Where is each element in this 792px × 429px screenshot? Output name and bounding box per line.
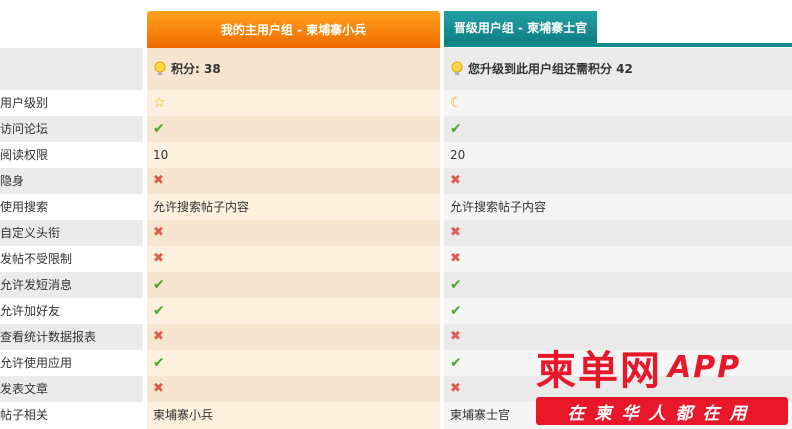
- row-label: 允许发短消息: [0, 278, 73, 292]
- current-group-cell: 柬埔寨小兵: [153, 402, 213, 428]
- table-row: 发帖不受限制 ✖ ✖: [0, 246, 792, 272]
- row-label: 阅读权限: [0, 148, 49, 162]
- check-icon: ✔: [450, 277, 462, 293]
- table-row: 访问论坛 ✔ ✔: [0, 116, 792, 142]
- row-label: 允许加好友: [0, 304, 61, 318]
- row-label: 访问论坛: [0, 122, 49, 136]
- usergroup-comparison: 我的主用户组 - 柬埔寨小兵 晋级用户组 - 柬埔寨士官 积分: 38 您升级到…: [0, 0, 792, 429]
- watermark-app: APP: [668, 349, 742, 385]
- row-label: 查看统计数据报表: [0, 330, 97, 344]
- table-row: 用户级别 ☆ ☾: [0, 90, 792, 116]
- check-icon: ✔: [153, 121, 165, 137]
- upgrade-group-cell: ✔: [450, 116, 462, 142]
- lightbulb-icon: [451, 61, 463, 75]
- check-icon: ✔: [153, 303, 165, 319]
- upgrade-group-cell: 20: [450, 142, 465, 168]
- upgrade-group-cell: ✔: [450, 298, 462, 324]
- watermark-title: 柬单网: [536, 348, 662, 394]
- upgrade-group-cell: ✖: [450, 324, 461, 350]
- upgrade-group-cell: ☾: [450, 90, 463, 116]
- cell-value: 20: [450, 148, 466, 162]
- row-label: 使用搜索: [0, 200, 49, 214]
- tab-underline: [444, 43, 792, 47]
- row-label: 允许使用应用: [0, 356, 73, 370]
- table-row: 隐身 ✖ ✖: [0, 168, 792, 194]
- current-group-cell: 允许搜索帖子内容: [153, 194, 249, 220]
- check-icon: ✔: [153, 277, 165, 293]
- row-label: 发表文章: [0, 382, 49, 396]
- table-row: 允许发短消息 ✔ ✔: [0, 272, 792, 298]
- cell-value: 10: [153, 148, 169, 162]
- current-group-cell: ✖: [153, 324, 164, 350]
- row-label: 帖子相关: [0, 408, 49, 422]
- check-icon: ✔: [450, 121, 462, 137]
- table-row: 使用搜索 允许搜索帖子内容 允许搜索帖子内容: [0, 194, 792, 220]
- upgrade-group-cell: ✖: [450, 376, 461, 402]
- check-icon: ✔: [450, 355, 462, 371]
- current-group-cell: 10: [153, 142, 168, 168]
- check-icon: ✔: [450, 303, 462, 319]
- upgrade-group-cell: 柬埔寨士官: [450, 402, 510, 428]
- current-group-cell: ✔: [153, 350, 165, 376]
- tab-current-group-label: 我的主用户组 - 柬埔寨小兵: [220, 23, 367, 37]
- cell-value: 柬埔寨小兵: [153, 408, 214, 422]
- table-row: 自定义头衔 ✖ ✖: [0, 220, 792, 246]
- points-row: 积分: 38 您升级到此用户组还需积分 42: [0, 48, 792, 90]
- upgrade-group-cell: ✔: [450, 272, 462, 298]
- table-row: 允许加好友 ✔ ✔: [0, 298, 792, 324]
- cross-icon: ✖: [450, 225, 461, 240]
- watermark-slogan: 在柬华人都在用: [567, 403, 757, 424]
- current-group-cell: ✖: [153, 168, 164, 194]
- cell-value: 允许搜索帖子内容: [153, 200, 250, 214]
- cross-icon: ✖: [153, 251, 164, 266]
- cross-icon: ✖: [153, 225, 164, 240]
- current-points-text: 积分: 38: [171, 62, 221, 76]
- cell-value: 允许搜索帖子内容: [450, 200, 547, 214]
- upgrade-group-cell: ✖: [450, 168, 461, 194]
- current-group-cell: ✖: [153, 376, 164, 402]
- upgrade-group-cell: 允许搜索帖子内容: [450, 194, 546, 220]
- current-group-cell: ✔: [153, 272, 165, 298]
- tab-current-group[interactable]: 我的主用户组 - 柬埔寨小兵: [147, 11, 440, 48]
- tab-upgrade-group-label: 晋级用户组 - 柬埔寨士官: [453, 20, 588, 35]
- table-row: 阅读权限 10 20: [0, 142, 792, 168]
- cross-icon: ✖: [153, 329, 164, 344]
- row-label: 用户级别: [0, 96, 49, 110]
- cross-icon: ✖: [153, 381, 164, 396]
- cross-icon: ✖: [450, 251, 461, 266]
- current-group-cell: ☆: [153, 90, 166, 116]
- row-label: 隐身: [0, 174, 25, 188]
- cross-icon: ✖: [450, 173, 461, 188]
- watermark-logo: 柬单网 APP 在柬华人都在用: [536, 343, 788, 427]
- current-group-cell: ✖: [153, 220, 164, 246]
- upgrade-group-cell: ✖: [450, 246, 461, 272]
- upgrade-points-text: 您升级到此用户组还需积分 42: [468, 62, 633, 76]
- current-group-cell: ✔: [153, 116, 165, 142]
- star-icon: ☆: [153, 95, 166, 111]
- cross-icon: ✖: [450, 329, 461, 344]
- upgrade-group-cell: ✖: [450, 220, 461, 246]
- row-label: 发帖不受限制: [0, 252, 73, 266]
- upgrade-group-cell: ✔: [450, 350, 462, 376]
- check-icon: ✔: [153, 355, 165, 371]
- moon-icon: ☾: [450, 95, 463, 111]
- lightbulb-icon: [154, 61, 166, 75]
- tab-upgrade-group[interactable]: 晋级用户组 - 柬埔寨士官: [444, 11, 597, 43]
- current-group-cell: ✔: [153, 298, 165, 324]
- cross-icon: ✖: [450, 381, 461, 396]
- current-points: 积分: 38: [153, 48, 221, 90]
- cross-icon: ✖: [153, 173, 164, 188]
- row-label: 自定义头衔: [0, 226, 61, 240]
- current-group-cell: ✖: [153, 246, 164, 272]
- upgrade-points: 您升级到此用户组还需积分 42: [450, 48, 633, 90]
- cell-value: 柬埔寨士官: [450, 408, 511, 422]
